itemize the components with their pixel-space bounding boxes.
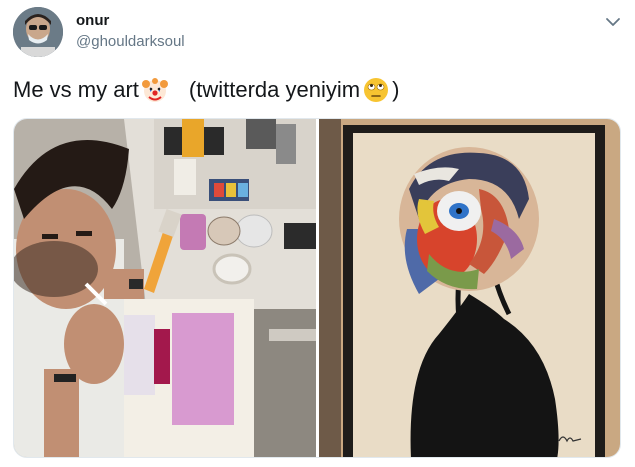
tweet-text: Me vs my art (twitterda yeniyim ) <box>13 76 399 104</box>
tweet-text-part1: Me vs my art <box>13 77 139 102</box>
avatar[interactable] <box>13 7 63 57</box>
photo-painting-artwork[interactable] <box>319 119 620 457</box>
tweet-text-part2: (twitterda yeniyim <box>188 77 361 102</box>
photo-artist-painting[interactable] <box>14 119 316 457</box>
user-handle[interactable]: @ghouldarksoul <box>76 33 185 50</box>
media-grid <box>13 118 621 458</box>
chevron-down-icon[interactable] <box>603 12 623 32</box>
display-name[interactable]: onur <box>76 12 109 29</box>
clown-face-icon <box>141 76 169 104</box>
tweet-text-part3: ) <box>392 77 400 102</box>
face-with-rolling-eyes-icon <box>362 76 390 104</box>
